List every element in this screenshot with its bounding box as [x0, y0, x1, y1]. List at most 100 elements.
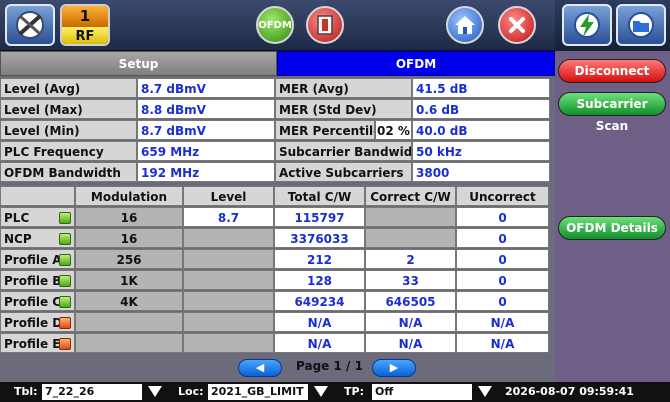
- rf-port-button[interactable]: 1 RF: [60, 4, 110, 46]
- lock-ok-icon: [59, 212, 71, 224]
- next-page-button[interactable]: ▶: [372, 359, 416, 377]
- table-cell-modulation: 1K: [75, 270, 183, 290]
- table-cell-level: 8.7: [183, 207, 274, 227]
- lock-ok-icon: [59, 296, 71, 308]
- file-manager-button[interactable]: [616, 4, 666, 46]
- table-row-label: PLC: [0, 207, 75, 227]
- top-toolbar: 1 RF OFDM: [0, 0, 555, 51]
- summary-row: Level (Max) 8.8 dBmV MER (Std Dev) 0.6 d…: [0, 99, 555, 120]
- table-row-label: Profile A: [0, 249, 75, 269]
- close-button[interactable]: [498, 6, 536, 44]
- tab-ofdm[interactable]: OFDM: [277, 51, 555, 76]
- lock-fail-icon: [59, 317, 71, 329]
- table-cell-modulation: [75, 312, 183, 332]
- home-icon: [455, 16, 475, 34]
- disconnect-button[interactable]: Disconnect: [558, 59, 666, 83]
- tp-dropdown-icon[interactable]: [478, 386, 492, 397]
- tab-setup[interactable]: Setup: [0, 51, 277, 76]
- summary-label: Level (Avg): [0, 78, 137, 98]
- summary-value: 41.5 dB: [412, 78, 550, 98]
- table-cell-uncorrect: N/A: [456, 333, 549, 353]
- table-header: Correct C/W: [365, 186, 456, 206]
- table-cell-modulation: 256: [75, 249, 183, 269]
- table-cell-correct: 33: [365, 270, 456, 290]
- table-cell-level: [183, 228, 274, 248]
- summary-value: 659 MHz: [137, 141, 275, 161]
- lock-ok-icon: [59, 275, 71, 287]
- table-cell-level: [183, 270, 274, 290]
- tools-button[interactable]: [5, 4, 55, 46]
- loc-select[interactable]: 2021_GB_LIMIT: [208, 384, 308, 400]
- datetime: 2026-08-07 09:59:41: [505, 385, 634, 398]
- table-row-label: NCP: [0, 228, 75, 248]
- table-cell-modulation: 4K: [75, 291, 183, 311]
- side-panel: Disconnect Subcarrier Scan OFDM Details: [555, 51, 670, 382]
- summary-value: 8.7 dBmV: [137, 120, 275, 140]
- table-cell-uncorrect: 0: [456, 291, 549, 311]
- summary-row: Level (Avg) 8.7 dBmV MER (Avg) 41.5 dB: [0, 78, 555, 99]
- lock-ok-icon: [59, 254, 71, 266]
- pager: ◀ Page 1 / 1 ▶: [0, 356, 555, 380]
- tbl-select[interactable]: 7_22_26: [42, 384, 142, 400]
- tp-label: TP:: [344, 385, 364, 398]
- folder-icon: [628, 12, 654, 38]
- table-cell-modulation: 16: [75, 207, 183, 227]
- table-cell-modulation: [75, 333, 183, 353]
- right-toolbar: [555, 0, 670, 51]
- summary-label: MER (Std Dev): [275, 99, 412, 119]
- row-name: Profile A: [4, 253, 62, 267]
- ofdm-mode-button[interactable]: OFDM: [256, 6, 294, 44]
- table-header: Level (dBmV): [183, 186, 274, 224]
- page-indicator: Page 1 / 1: [296, 359, 363, 373]
- document-icon: [317, 15, 333, 35]
- table-cell-correct: N/A: [365, 333, 456, 353]
- summary-value: 3800: [412, 162, 550, 182]
- table-cell-correct: [365, 207, 456, 227]
- table-cell-correct: 2: [365, 249, 456, 269]
- table-cell-modulation: 16: [75, 228, 183, 248]
- home-button[interactable]: [446, 6, 484, 44]
- table-cell-correct: N/A: [365, 312, 456, 332]
- summary-value: 50 kHz: [412, 141, 550, 161]
- summary-label: MER Percentile: [275, 120, 375, 140]
- table-cell-correct: [365, 228, 456, 248]
- subcarrier-scan-button[interactable]: Subcarrier Scan: [558, 92, 666, 133]
- table-cell-total: N/A: [274, 312, 365, 332]
- summary-value: 0.6 dB: [412, 99, 550, 119]
- summary-value: 40.0 dB: [412, 120, 550, 140]
- tbl-label: Tbl:: [14, 385, 38, 398]
- summary-value: 192 MHz: [137, 162, 275, 182]
- ofdm-details-button[interactable]: OFDM Details: [558, 216, 666, 240]
- report-button[interactable]: [306, 6, 344, 44]
- loc-dropdown-icon[interactable]: [314, 386, 328, 397]
- summary-label: Level (Min): [0, 120, 137, 140]
- summary-label: Subcarrier Bandwidth: [275, 141, 412, 161]
- summary-value: 8.7 dBmV: [137, 78, 275, 98]
- summary-label: PLC Frequency: [0, 141, 137, 161]
- lightning-icon: [574, 12, 600, 38]
- summary-row: OFDM Bandwidth 192 MHz Active Subcarrier…: [0, 162, 555, 183]
- mer-percentile-input[interactable]: 02 %: [375, 120, 412, 140]
- loc-label: Loc:: [178, 385, 204, 398]
- table-cell-uncorrect: 0: [456, 228, 549, 248]
- table-cell-uncorrect: 0: [456, 270, 549, 290]
- tbl-dropdown-icon[interactable]: [148, 386, 162, 397]
- table-cell-uncorrect: N/A: [456, 312, 549, 332]
- table-cell-total: 115797: [274, 207, 365, 227]
- table-cell-level: [183, 333, 274, 353]
- lock-ok-icon: [59, 233, 71, 245]
- save-results-button[interactable]: [562, 4, 612, 46]
- table-cell-total: 128: [274, 270, 365, 290]
- summary-label: Active Subcarriers: [275, 162, 412, 182]
- lock-fail-icon: [59, 338, 71, 350]
- tp-select[interactable]: Off: [372, 384, 472, 400]
- prev-page-button[interactable]: ◀: [238, 359, 282, 377]
- table-header: [0, 186, 75, 206]
- table-cell-total: 212: [274, 249, 365, 269]
- table-cell-uncorrect: 0: [456, 207, 549, 227]
- table-cell-level: [183, 249, 274, 269]
- table-row-label: Profile D: [0, 312, 75, 332]
- table-cell-total: 3376033: [274, 228, 365, 248]
- table-cell-total: 649234: [274, 291, 365, 311]
- rf-port-label: RF: [62, 27, 108, 44]
